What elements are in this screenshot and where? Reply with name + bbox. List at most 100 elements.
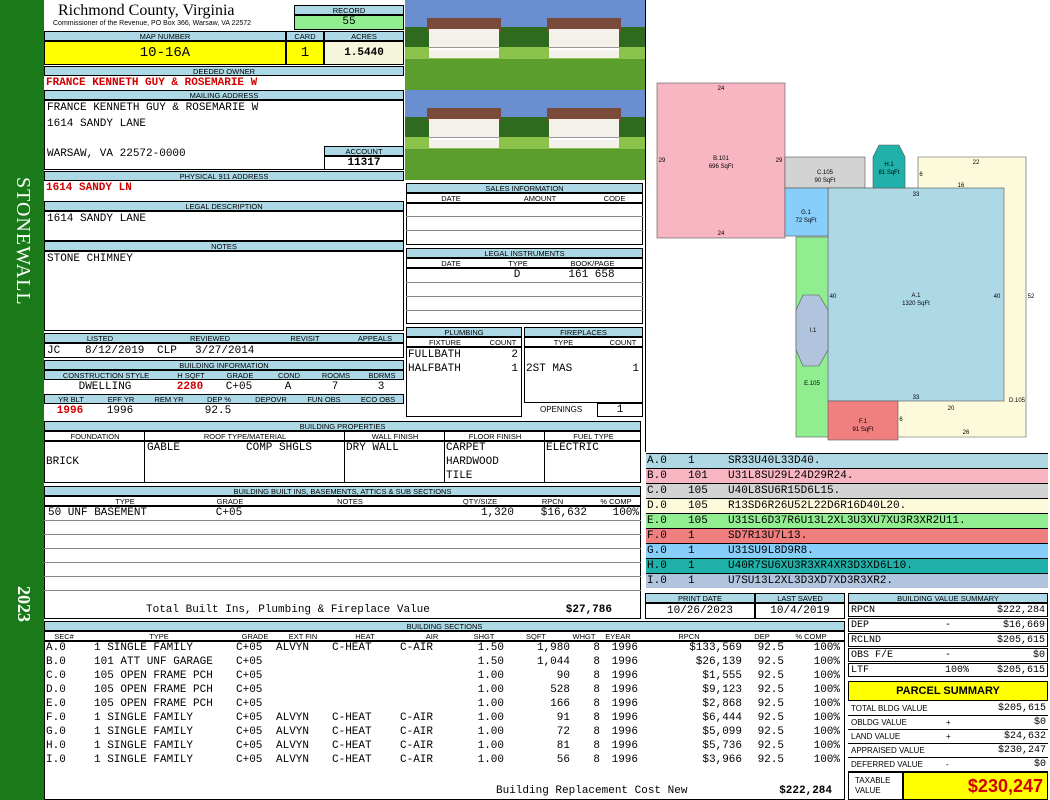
roof-type: GABLE [147,442,181,454]
section-cell: 100% [813,642,840,654]
fireplaces-header: TYPE COUNT [524,337,643,347]
parcel-summary-op: + [946,732,951,741]
bi-style: DWELLING [78,381,132,393]
county-title: Richmond County, Virginia [58,2,235,19]
sketch-code-row: H.0 1 U40R7SU6XU3R3XR4XR3D3XD6L10. [646,558,1048,573]
section-row: F.0 1 SINGLE FAMILY C+05 ALVYN C-HEAT C-AIR 1.… [46,711,843,725]
dim-a-left: 40 [830,294,837,300]
section-cell: 1 SINGLE FAMILY [94,754,194,766]
reviewed-date: 3/27/2014 [195,345,255,357]
floor-finish-3: TILE [446,470,473,482]
sketch-code-b: 1 [688,575,695,587]
parcel-summary-row: OBLDG VALUE + $0 [848,716,1048,730]
parcel-summary-row: TOTAL BLDG VALUE $205,615 [848,702,1048,716]
section-row: E.0 105 OPEN FRAME PCH C+05 1.00 166 8 1996 $2,… [46,697,843,711]
reviewed-label: REVIEWED [189,334,230,343]
replacement-cost: $222,284 [779,785,832,797]
li-book: 161 658 [568,269,615,281]
sales-info-label: SALES INFORMATION [406,183,643,193]
sketch-code-row: D.0 105 R13SD6R26U52L22D6R16D40L20. [646,498,1048,513]
sketch-label-h: H.1 [884,162,894,168]
sketch-code-b: 1 [688,530,695,542]
section-cell: ALVYN [276,754,310,766]
fp-count-1: 1 [632,363,639,375]
section-cell: ALVYN [276,712,310,724]
property-photo-1 [405,0,525,90]
year-label: 2023 [14,586,34,622]
dim-d-right: 52 [1028,294,1035,300]
bi-hsqft: 2280 [176,381,204,393]
section-cell: C-HEAT [332,740,372,752]
bi-h-grade: GRADE [226,371,254,380]
bi-h-ecoobs: ECO OBS [360,395,396,404]
sketch-code-b: 105 [688,515,708,527]
sketch-code-row: G.0 1 U31SU9L8D9R8. [646,543,1048,558]
bi-h-cond: COND [277,371,301,380]
section-cell: I.0 [46,754,66,766]
sketch-label-c: C.105 [817,170,834,176]
value-summary-v: $222,284 [996,605,1045,616]
mailing-line-2: 1614 SANDY LANE [47,118,147,130]
sketch-code-b: 105 [688,500,708,512]
plumb-count-2: 1 [511,363,518,375]
section-cell: 1.00 [477,740,504,752]
section-col-header: % COMP [795,632,827,641]
section-cell: 1 SINGLE FAMILY [94,740,194,752]
dim-d-bottom-inner: 20 [948,406,955,412]
section-cell: $2,868 [702,698,742,710]
building-info-header-2: YR BLT EFF YR REM YR DEP % DEPOVR FUN OB… [44,394,404,404]
legal-instruments-label: LEGAL INSTRUMENTS [406,248,643,258]
dim-d-inner: 16 [958,183,965,189]
value-summary-op: - [945,650,952,661]
dim-a-top: 33 [913,192,920,198]
mailing-line-3: WARSAW, VA 22572-0000 [47,148,186,160]
property-photo-4 [525,90,645,180]
value-summary-row: RPCN $222,284 [848,603,1048,617]
section-cell: 92.5 [757,642,784,654]
section-cell: 8 [593,754,600,766]
sketch-code-c: U31L8SU29L24D29R24. [728,470,854,482]
section-cell: C.0 [46,670,66,682]
parcel-summary-row: DEFERRED VALUE - $0 [848,758,1048,772]
building-sections-label: BUILDING SECTIONS [44,621,845,631]
section-row: G.0 1 SINGLE FAMILY C+05 ALVYN C-HEAT C-AIR 1.… [46,725,843,739]
print-date: 10/26/2023 [645,603,755,619]
openings-label: OPENINGS [540,405,583,414]
sketch-sqft-a: 1320 SqFt [902,301,930,307]
section-cell: 105 OPEN FRAME PCH [94,698,213,710]
section-cell: 1996 [611,698,638,710]
commissioner-address: Commissioner of the Revenue, PO Box 366,… [53,20,252,27]
section-cell: 8 [593,670,600,682]
last-saved: 10/4/2019 [755,603,845,619]
card-value: 1 [286,41,324,65]
sketch-code-row: F.0 1 SD7R13U7L13. [646,528,1048,543]
notes-text: STONE CHIMNEY [47,253,133,265]
account-value: 11317 [324,156,404,170]
bi-h-rooms: ROOMS [321,371,351,380]
bi-h-remyr: REM YR [154,395,184,404]
section-col-header: AIR [425,632,439,641]
value-summary-k: RPCN [851,605,876,616]
sketch-label-i: I.1 [810,328,817,334]
li-h-date: DATE [441,259,461,268]
section-cell: C+05 [236,642,263,654]
sketch-code-c: SD7R13U7L13. [728,530,808,542]
section-cell: 92.5 [757,684,784,696]
section-cell: 100% [813,684,840,696]
section-col-header: RPCN [678,632,700,641]
plumb-count-1: 2 [511,349,518,361]
value-summary-row: LTF 100% $205,615 [848,663,1048,677]
sketch-code-a: F.0 [647,530,667,542]
section-cell: 92.5 [757,754,784,766]
sketch-code-a: E.0 [647,515,667,527]
section-cell: C+05 [236,726,263,738]
last-saved-label: LAST SAVED [755,593,845,603]
sketch-code-row: I.0 1 U7SU13L2XL3D3XD7XD3R3XR2. [646,573,1048,588]
fp-h-type: TYPE [553,338,574,347]
mailing-address-label: MAILING ADDRESS [44,90,404,100]
section-col-header: EXT FIN [288,632,318,641]
section-cell: $3,966 [702,754,742,766]
record-label: RECORD [294,5,404,15]
section-cell: G.0 [46,726,66,738]
sketch-code-a: G.0 [647,545,667,557]
